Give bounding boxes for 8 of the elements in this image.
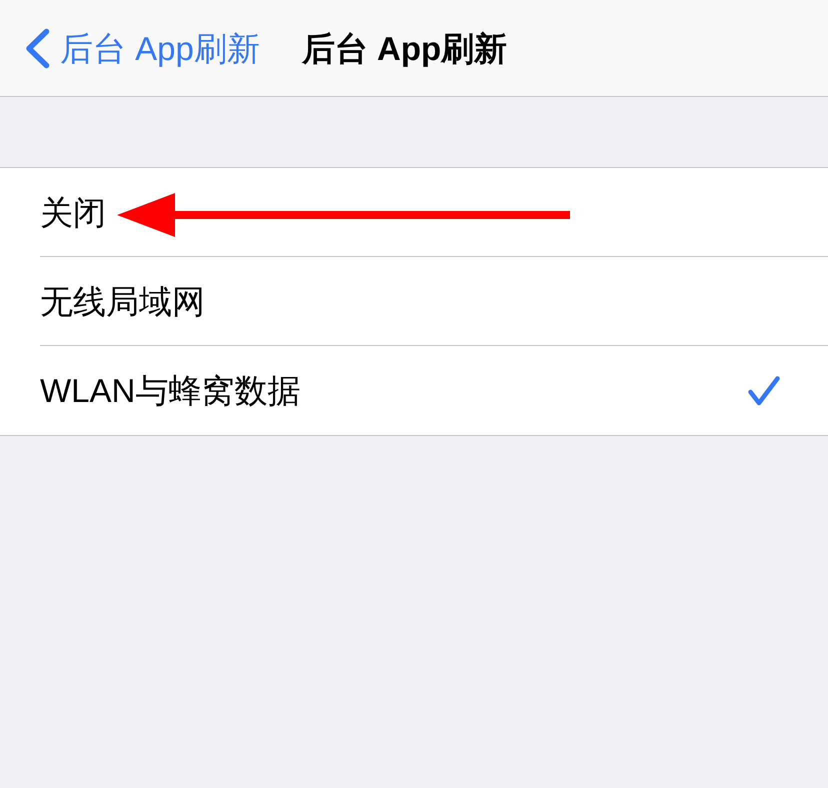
navigation-title: 后台 App刷新	[302, 32, 508, 64]
option-row[interactable]: 无线局域网	[40, 257, 828, 346]
back-button[interactable]: 后台 App刷新	[25, 28, 260, 68]
option-label: 关闭	[40, 196, 106, 228]
option-label: 无线局域网	[40, 284, 205, 318]
chevron-left-icon	[25, 28, 50, 68]
option-label: WLAN与蜂窝数据	[40, 374, 300, 407]
option-row[interactable]: WLAN与蜂窝数据	[40, 346, 828, 435]
